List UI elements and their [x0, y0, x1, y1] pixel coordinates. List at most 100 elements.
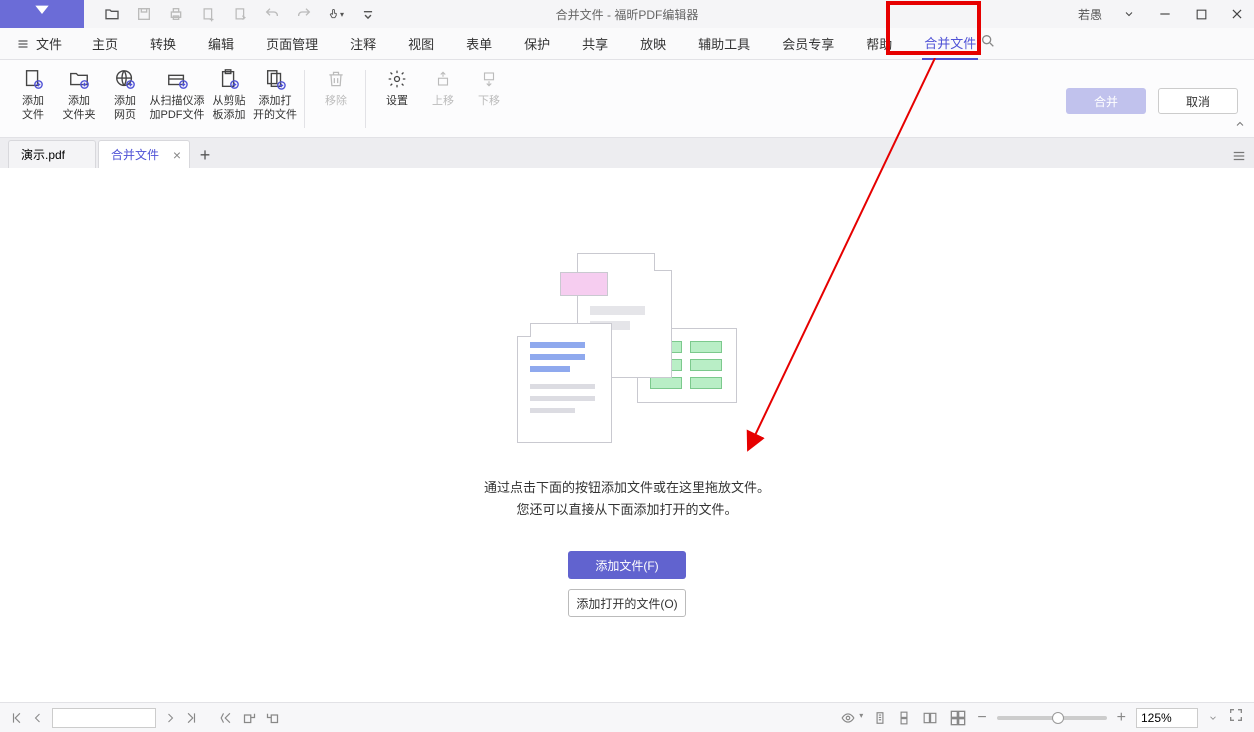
add-file-button[interactable]: 添加 文件	[10, 66, 56, 122]
remove-label: 移除	[325, 94, 347, 108]
app-logo[interactable]	[0, 0, 84, 28]
page-number-input[interactable]	[52, 708, 156, 728]
minimize-button[interactable]	[1156, 5, 1174, 23]
add-webpage-label: 添加 网页	[114, 94, 136, 122]
add-file-label: 添加 文件	[22, 94, 44, 122]
prev-page-icon[interactable]	[32, 712, 44, 724]
collapse-ribbon-icon[interactable]	[1234, 117, 1246, 135]
add-file-icon	[22, 66, 44, 92]
facing-page-icon[interactable]	[921, 711, 939, 725]
gear-icon	[387, 66, 407, 92]
last-page-icon[interactable]	[184, 711, 198, 725]
menu-edit[interactable]: 编辑	[206, 28, 236, 59]
status-right-controls: ▾ − +	[839, 707, 1244, 728]
add-from-scanner-label: 从扫描仪添 加PDF文件	[150, 94, 205, 122]
main-content: 通过点击下面的按钮添加文件或在这里拖放文件。 您还可以直接从下面添加打开的文件。…	[0, 168, 1254, 702]
move-down-button: 下移	[466, 66, 512, 108]
redo-icon[interactable]	[296, 6, 312, 22]
move-up-label: 上移	[432, 94, 454, 108]
fullscreen-icon[interactable]	[1228, 707, 1244, 728]
window-title: 合并文件 - 福昕PDF编辑器	[556, 6, 699, 23]
continuous-facing-icon[interactable]	[949, 710, 967, 726]
menu-convert[interactable]: 转换	[148, 28, 178, 59]
close-tab-icon[interactable]: ×	[173, 147, 181, 163]
illus-doc-text	[517, 323, 612, 443]
zoom-level-input[interactable]	[1136, 708, 1198, 728]
next-page-icon[interactable]	[164, 712, 176, 724]
menu-home[interactable]: 主页	[90, 28, 120, 59]
read-mode-icon[interactable]: ▾	[839, 711, 863, 725]
zoom-in-icon[interactable]: +	[1117, 709, 1126, 727]
menu-share[interactable]: 共享	[580, 28, 610, 59]
username-label[interactable]: 若愚	[1078, 6, 1102, 23]
search-icon[interactable]	[980, 33, 996, 54]
save-icon[interactable]	[136, 6, 152, 22]
ribbon-action-buttons: 合并 取消	[1066, 88, 1238, 114]
menu-page-manage[interactable]: 页面管理	[264, 28, 320, 59]
page-navigation	[10, 708, 280, 728]
merge-button: 合并	[1066, 88, 1146, 114]
undo-icon[interactable]	[264, 6, 280, 22]
add-from-clipboard-label: 从剪贴 板添加	[213, 94, 246, 122]
menu-form[interactable]: 表单	[464, 28, 494, 59]
add-files-main-button[interactable]: 添加文件(F)	[568, 551, 686, 579]
add-from-clipboard-button[interactable]: 从剪贴 板添加	[206, 66, 252, 122]
menu-bar: 文件 主页 转换 编辑 页面管理 注释 视图 表单 保护 共享 放映 辅助工具 …	[0, 28, 1254, 60]
add-folder-button[interactable]: 添加 文件夹	[56, 66, 102, 122]
main-action-buttons: 添加文件(F) 添加打开的文件(O)	[568, 551, 686, 617]
clipboard-icon	[218, 66, 240, 92]
new-tab-button[interactable]: +	[192, 142, 218, 168]
add-open-files-label: 添加打 开的文件	[253, 94, 297, 122]
move-down-icon	[480, 66, 498, 92]
menu-view[interactable]: 视图	[406, 28, 436, 59]
first-page-icon[interactable]	[10, 711, 24, 725]
hint-line-2: 您还可以直接从下面添加打开的文件。	[484, 499, 770, 521]
page-export-icon[interactable]	[232, 6, 248, 22]
touch-mode-icon[interactable]: ▾	[328, 6, 344, 22]
qat-more-icon[interactable]	[360, 6, 376, 22]
add-from-scanner-button[interactable]: 从扫描仪添 加PDF文件	[148, 66, 206, 122]
maximize-button[interactable]	[1192, 5, 1210, 23]
file-menu[interactable]: 文件	[16, 34, 62, 53]
document-tabs: 演示.pdf 合并文件 × +	[0, 138, 1254, 168]
close-button[interactable]	[1228, 5, 1246, 23]
add-webpage-button[interactable]: 添加 网页	[102, 66, 148, 122]
page-add-icon[interactable]	[200, 6, 216, 22]
zoom-dropdown-icon[interactable]	[1208, 713, 1218, 723]
rotate-right-icon[interactable]	[265, 710, 280, 725]
tab-combine-files[interactable]: 合并文件 ×	[98, 140, 190, 168]
menu-present[interactable]: 放映	[638, 28, 668, 59]
zoom-slider[interactable]	[997, 716, 1107, 720]
settings-button[interactable]: 设置	[374, 66, 420, 108]
move-down-label: 下移	[478, 94, 500, 108]
menu-accessibility[interactable]: 辅助工具	[696, 28, 752, 59]
print-icon[interactable]	[168, 6, 184, 22]
zoom-out-icon[interactable]: −	[977, 709, 986, 727]
add-webpage-icon	[114, 66, 136, 92]
zoom-slider-thumb[interactable]	[1052, 712, 1064, 724]
quick-access-toolbar: ▾	[84, 6, 376, 22]
tab-demo-pdf[interactable]: 演示.pdf	[8, 140, 96, 168]
single-page-icon[interactable]	[873, 710, 887, 726]
tab-overflow-icon[interactable]	[1232, 149, 1246, 168]
menu-comment[interactable]: 注释	[348, 28, 378, 59]
add-open-files-main-button[interactable]: 添加打开的文件(O)	[568, 589, 686, 617]
menu-combine-files[interactable]: 合并文件	[922, 27, 978, 60]
menu-help[interactable]: 帮助	[864, 28, 894, 59]
user-dropdown-icon[interactable]	[1120, 5, 1138, 23]
back-view-icon[interactable]	[220, 711, 234, 725]
ribbon-separator	[304, 70, 305, 128]
trash-icon	[326, 66, 346, 92]
file-menu-label: 文件	[36, 34, 62, 53]
open-icon[interactable]	[104, 6, 120, 22]
add-open-files-button[interactable]: 添加打 开的文件	[252, 66, 298, 122]
hint-line-1: 通过点击下面的按钮添加文件或在这里拖放文件。	[484, 477, 770, 499]
cancel-button[interactable]: 取消	[1158, 88, 1238, 114]
continuous-page-icon[interactable]	[897, 710, 911, 726]
ribbon-toolbar: 添加 文件 添加 文件夹 添加 网页 从扫描仪添 加PDF文件 从剪贴 板添加 …	[0, 60, 1254, 138]
menu-vip[interactable]: 会员专享	[780, 28, 836, 59]
rotate-left-icon[interactable]	[242, 710, 257, 725]
menu-protect[interactable]: 保护	[522, 28, 552, 59]
tab-label: 演示.pdf	[21, 146, 65, 163]
move-up-icon	[434, 66, 452, 92]
